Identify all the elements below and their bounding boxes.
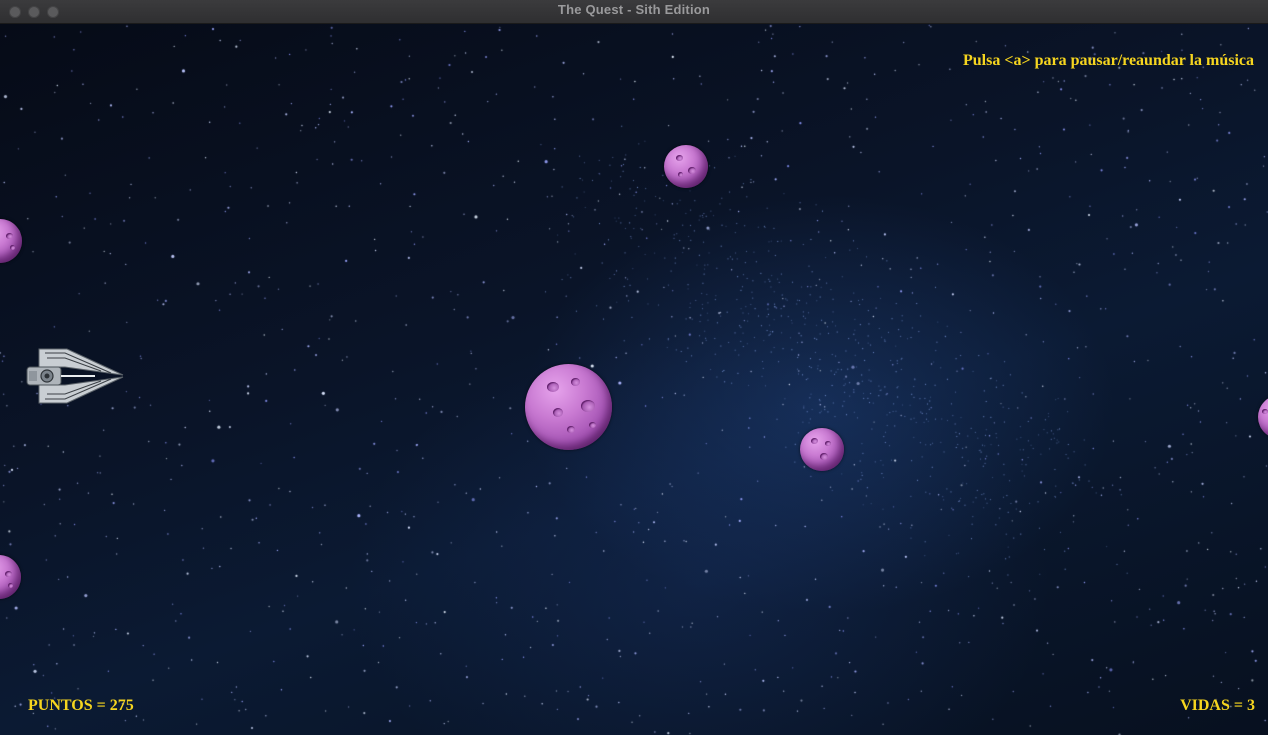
crater [811, 438, 818, 444]
asteroid [525, 364, 612, 450]
sith-interceptor-ship-icon [26, 348, 124, 404]
crater [567, 426, 575, 433]
asteroid [800, 428, 844, 471]
crater [678, 172, 683, 177]
crater [676, 155, 683, 161]
crater [6, 233, 13, 239]
starfield-background [0, 24, 1268, 735]
crater [8, 583, 13, 588]
music-toggle-hint: Pulsa <a> para pausar/reaundar la música [962, 52, 1254, 69]
crater [553, 408, 563, 417]
crater [688, 167, 696, 174]
crater [1262, 409, 1268, 414]
crater [825, 441, 831, 446]
crater [571, 378, 580, 386]
crater [5, 571, 12, 577]
crater [10, 245, 15, 250]
crater [589, 422, 596, 428]
title-bar: The Quest - Sith Edition [0, 0, 1268, 24]
crater [820, 453, 828, 460]
lives-display: VIDAS = 3 [1180, 697, 1255, 714]
score-display: PUNTOS = 275 [28, 697, 134, 714]
window-title: The Quest - Sith Edition [557, 2, 711, 17]
crater [581, 400, 595, 412]
crater [547, 382, 559, 392]
game-canvas[interactable]: Pulsa <a> para pausar/reaundar la música… [0, 24, 1268, 735]
asteroid [664, 145, 708, 188]
game-window: The Quest - Sith Edition Pulsa <a> para … [0, 0, 1268, 735]
